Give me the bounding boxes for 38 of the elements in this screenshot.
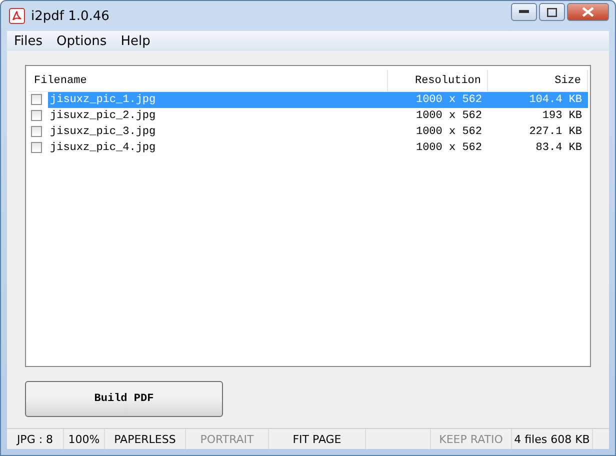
row-checkbox[interactable] — [31, 94, 42, 105]
menu-item[interactable]: Help — [114, 34, 158, 48]
table-cell-text: 193 KB — [541, 110, 583, 122]
file-row[interactable]: jisuxz_pic_2.jpg 1000 x 562 193 KB — [48, 108, 588, 124]
row-checkbox[interactable] — [31, 110, 42, 121]
table-cell-text: jisuxz_pic_4.jpg — [49, 142, 157, 154]
maximize-button[interactable] — [539, 3, 565, 21]
table-cell-text: 1000 x 562 — [414, 142, 483, 154]
file-row[interactable]: jisuxz_pic_3.jpg 1000 x 562 227.1 KB — [48, 124, 588, 140]
minimize-icon — [519, 10, 529, 14]
table-cell-text: jisuxz_pic_1.jpg — [49, 94, 157, 106]
status-panel: PORTRAIT — [186, 429, 269, 449]
file-row[interactable]: jisuxz_pic_4.jpg 1000 x 562 83.4 KB — [48, 140, 588, 156]
status-panel: JPG : 8 — [7, 429, 64, 449]
row-checkbox[interactable] — [31, 126, 42, 137]
table-cell-text: jisuxz_pic_3.jpg — [49, 126, 157, 138]
close-button[interactable] — [567, 3, 609, 21]
table-cell-text: 1000 x 562 — [414, 126, 483, 138]
row-checkbox[interactable] — [31, 142, 42, 153]
maximize-icon — [547, 8, 557, 16]
status-panel: KEEP RATIO — [431, 429, 512, 449]
close-icon — [582, 7, 594, 17]
build-pdf-button[interactable]: Build PDF — [25, 381, 223, 417]
pdf-icon — [9, 8, 25, 24]
status-panel: FIT PAGE — [269, 429, 366, 449]
table-cell-text: jisuxz_pic_2.jpg — [49, 110, 157, 122]
table-cell-text: 1000 x 562 — [414, 110, 483, 122]
status-panel: 100% — [64, 429, 105, 449]
menu-item[interactable]: Options — [50, 34, 114, 48]
table-cell-text: 227.1 KB — [528, 126, 583, 138]
table-cell-text: 1000 x 562 — [414, 94, 483, 106]
status-panel: PAPERLESS — [105, 429, 186, 449]
minimize-button[interactable] — [511, 3, 537, 21]
table-cell-text: 83.4 KB — [534, 142, 583, 154]
status-panel: 4 files 608 KB — [512, 429, 593, 449]
window-title: i2pdf 1.0.46 — [31, 8, 110, 24]
menu-item[interactable]: Files — [7, 34, 50, 48]
table-cell-text: 104.4 KB — [528, 94, 583, 106]
